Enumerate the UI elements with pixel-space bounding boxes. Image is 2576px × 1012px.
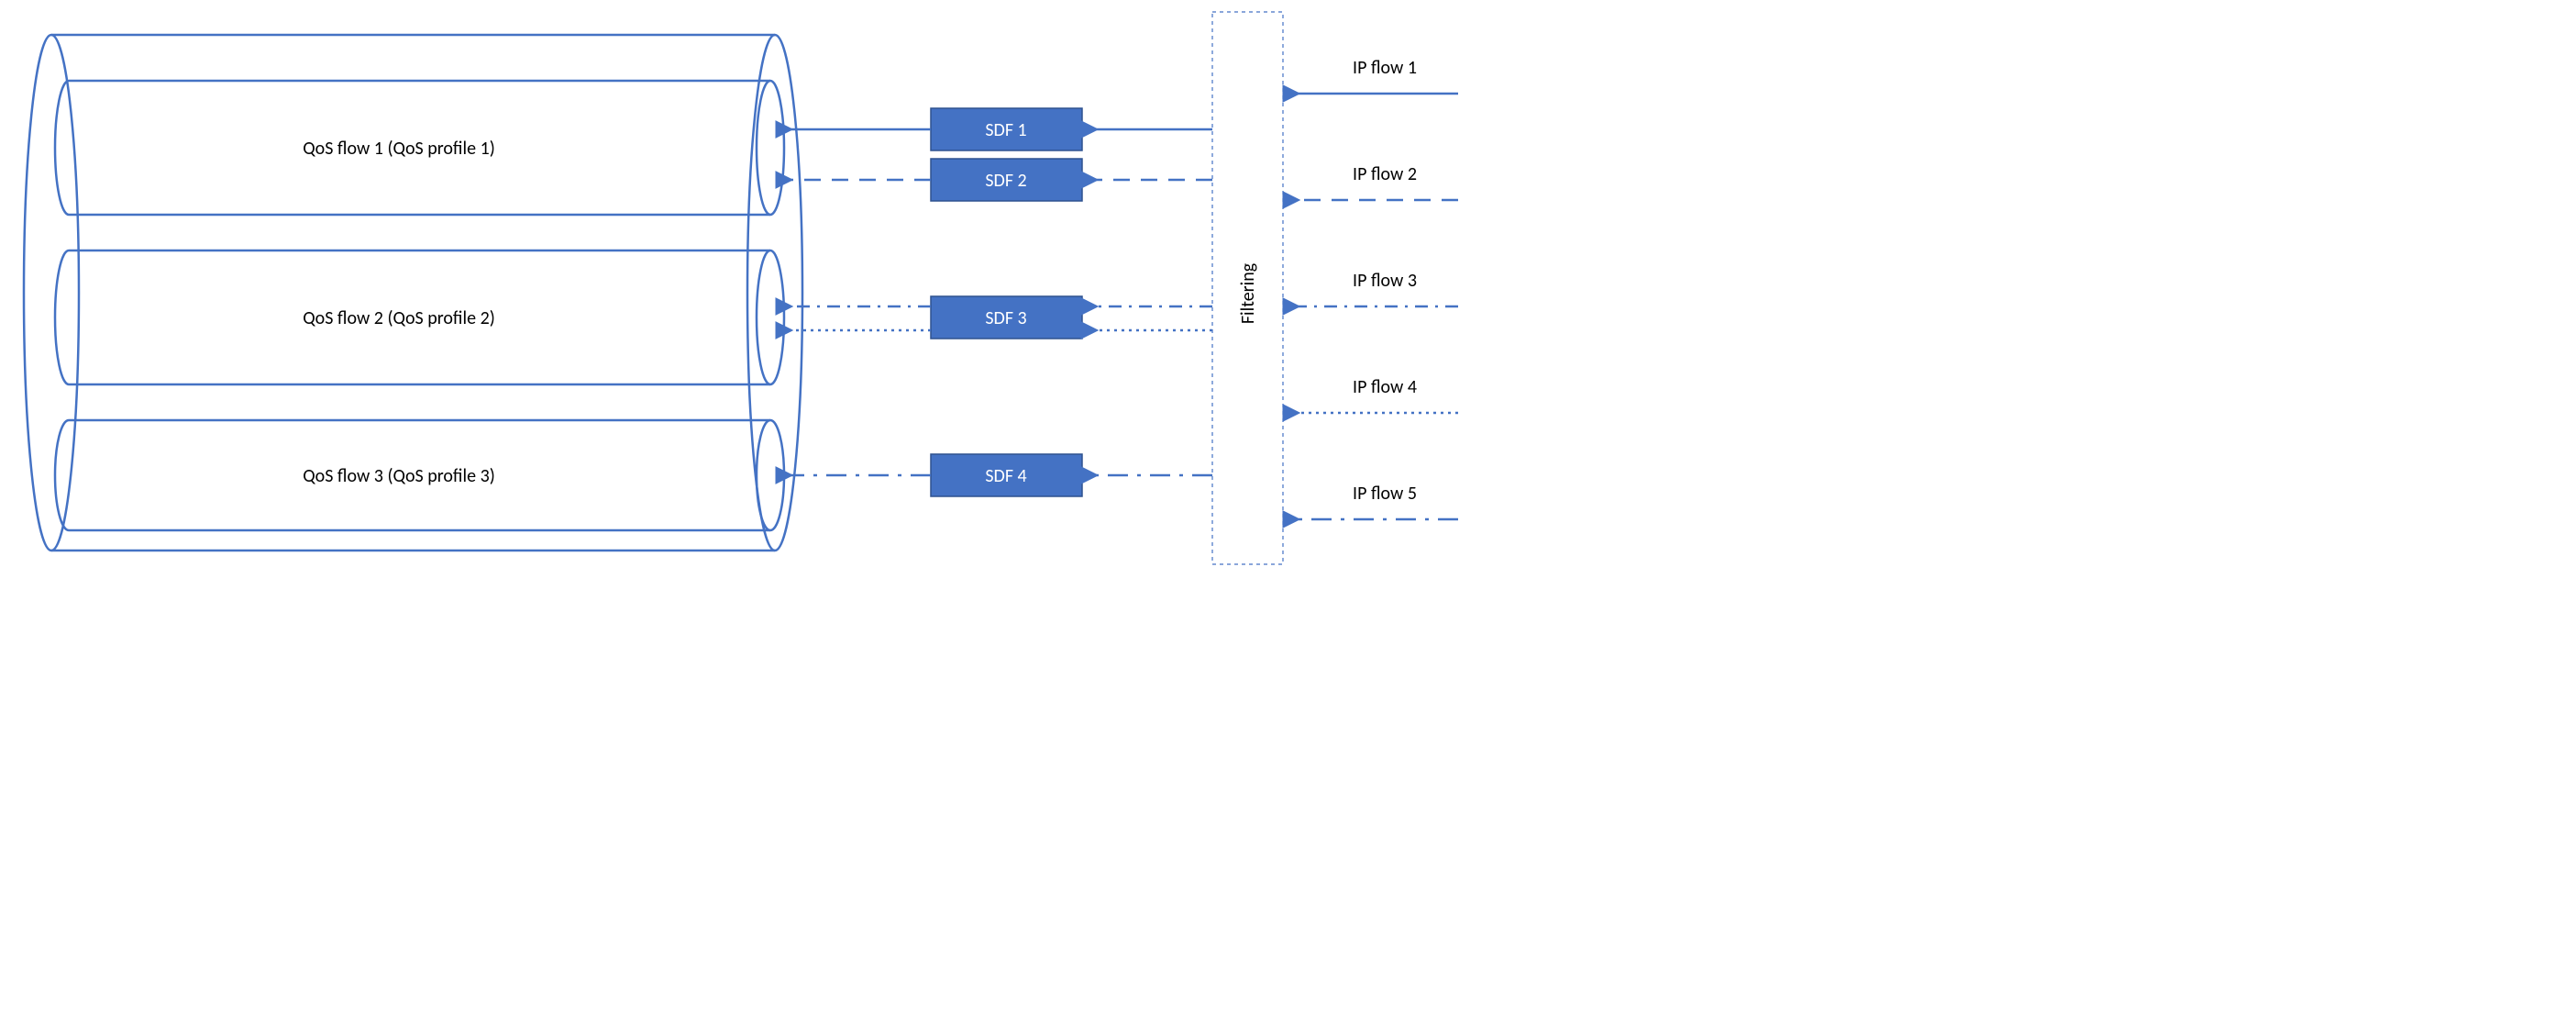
- qos-flow-diagram: QoS flow 1 (QoS profile 1) QoS flow 2 (Q…: [0, 0, 1467, 576]
- ip-flow-3-label: IP flow 3: [1353, 270, 1417, 292]
- ip-flow-4: IP flow 4: [1298, 376, 1458, 413]
- sdf-3: SDF 3: [931, 296, 1082, 339]
- ip-flow-3: IP flow 3: [1298, 270, 1458, 306]
- sdf-4-label: SDF 4: [985, 465, 1026, 487]
- sdf-group: SDF 1 SDF 2 SDF 3 SDF 4: [931, 108, 1082, 496]
- qos-flow-1: QoS flow 1 (QoS profile 1): [55, 81, 784, 215]
- sdf-2: SDF 2: [931, 159, 1082, 201]
- sdf-1-label: SDF 1: [985, 119, 1026, 141]
- qos-flow-1-label: QoS flow 1 (QoS profile 1): [303, 138, 495, 160]
- sdf-1: SDF 1: [931, 108, 1082, 150]
- qos-flow-3-label: QoS flow 3 (QoS profile 3): [303, 465, 495, 487]
- sdf-2-label: SDF 2: [985, 170, 1026, 192]
- qos-flow-2-label: QoS flow 2 (QoS profile 2): [303, 307, 495, 329]
- filtering-label: Filtering: [1237, 262, 1259, 324]
- ip-flow-2: IP flow 2: [1298, 163, 1458, 200]
- ip-flow-2-label: IP flow 2: [1353, 163, 1417, 185]
- ip-flow-5-label: IP flow 5: [1353, 483, 1417, 505]
- qos-flow-3: QoS flow 3 (QoS profile 3): [55, 420, 784, 530]
- ip-flow-5: IP flow 5: [1298, 483, 1458, 519]
- ip-flow-1-label: IP flow 1: [1353, 57, 1417, 79]
- sdf-3-label: SDF 3: [985, 307, 1026, 329]
- qos-flow-2: QoS flow 2 (QoS profile 2): [55, 250, 784, 384]
- filtering-box: Filtering: [1212, 12, 1283, 564]
- ip-flow-1: IP flow 1: [1298, 57, 1458, 94]
- ip-flow-4-label: IP flow 4: [1353, 376, 1417, 398]
- sdf-4: SDF 4: [931, 454, 1082, 496]
